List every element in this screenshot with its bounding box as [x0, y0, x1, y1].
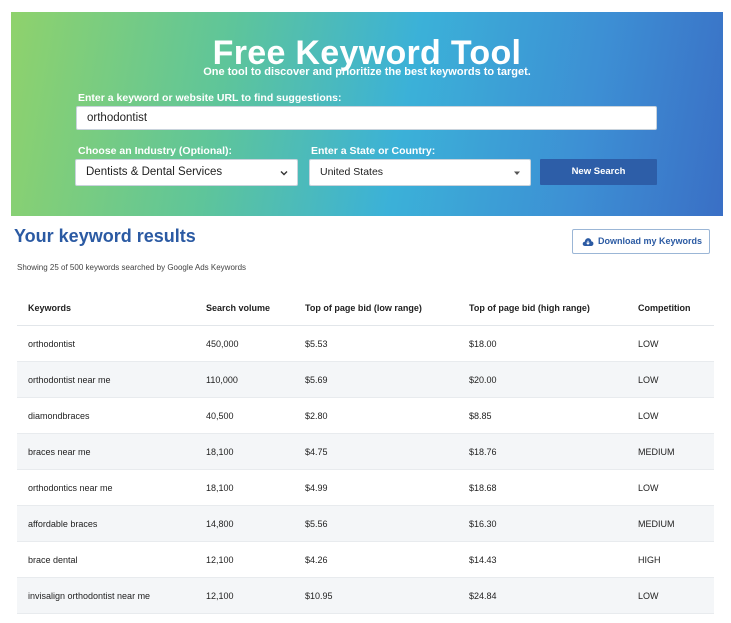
keyword-cell: orthodontics near me — [17, 469, 195, 506]
table-row: brace dental 12,100 $4.26 $14.43 HIGH — [17, 541, 714, 578]
industry-select-value: Dentists & Dental Services — [86, 166, 223, 178]
low-bid-cell: $5.69 — [294, 361, 458, 398]
low-bid-cell: $4.75 — [294, 433, 458, 470]
search-volume-cell: 40,500 — [195, 397, 294, 434]
download-keywords-button[interactable]: Download my Keywords — [572, 229, 710, 254]
keyword-label: Enter a keyword or website URL to find s… — [78, 92, 342, 104]
high-bid-cell: $14.43 — [458, 541, 627, 578]
page-subtitle: One tool to discover and prioritize the … — [203, 66, 531, 78]
low-bid-cell: $4.26 — [294, 541, 458, 578]
table-row: orthodontist 450,000 $5.53 $18.00 LOW — [17, 325, 714, 362]
high-bid-cell: $18.76 — [458, 433, 627, 470]
keyword-cell: invisalign orthodontist near me — [17, 577, 195, 614]
search-volume-cell: 18,100 — [195, 433, 294, 470]
keyword-input[interactable] — [76, 106, 657, 130]
table-row: diamondbraces 40,500 $2.80 $8.85 LOW — [17, 397, 714, 434]
search-volume-cell: 450,000 — [195, 325, 294, 362]
low-bid-cell: $5.53 — [294, 325, 458, 362]
competition-cell: LOW — [627, 325, 714, 362]
low-bid-cell: $10.95 — [294, 577, 458, 614]
chevron-down-icon — [280, 171, 288, 176]
keyword-cell: affordable braces — [17, 505, 195, 542]
high-bid-cell: $18.00 — [458, 325, 627, 362]
column-header-high-bid: Top of page bid (high range) — [458, 290, 627, 326]
table-row: orthodontist near me 110,000 $5.69 $20.0… — [17, 361, 714, 398]
search-volume-cell: 12,100 — [195, 577, 294, 614]
high-bid-cell: $20.00 — [458, 361, 627, 398]
keyword-cell: diamondbraces — [17, 397, 195, 434]
hero-banner: Free Keyword Tool One tool to discover a… — [11, 12, 723, 216]
keyword-cell: orthodontist — [17, 325, 195, 362]
search-volume-cell: 12,100 — [195, 541, 294, 578]
competition-cell: LOW — [627, 397, 714, 434]
new-search-button[interactable]: New Search — [540, 159, 657, 185]
keyword-cell: braces near me — [17, 433, 195, 470]
high-bid-cell: $8.85 — [458, 397, 627, 434]
low-bid-cell: $2.80 — [294, 397, 458, 434]
competition-cell: MEDIUM — [627, 433, 714, 470]
table-row: braces near me 18,100 $4.75 $18.76 MEDIU… — [17, 433, 714, 470]
competition-cell: LOW — [627, 361, 714, 398]
high-bid-cell: $18.68 — [458, 469, 627, 506]
competition-cell: MEDIUM — [627, 505, 714, 542]
download-keywords-label: Download my Keywords — [598, 236, 703, 246]
high-bid-cell: $24.84 — [458, 577, 627, 614]
industry-select[interactable]: Dentists & Dental Services — [75, 159, 298, 186]
competition-cell: HIGH — [627, 541, 714, 578]
column-header-competition: Competition — [627, 290, 714, 326]
keyword-cell: brace dental — [17, 541, 195, 578]
results-title: Your keyword results — [14, 226, 196, 246]
location-select[interactable]: United States — [309, 159, 531, 186]
results-subtitle: Showing 25 of 500 keywords searched by G… — [17, 263, 247, 272]
search-volume-cell: 18,100 — [195, 469, 294, 506]
search-volume-cell: 110,000 — [195, 361, 294, 398]
competition-cell: LOW — [627, 469, 714, 506]
table-header-row: Keywords Search volume Top of page bid (… — [17, 290, 714, 326]
industry-label: Choose an Industry (Optional): — [78, 145, 232, 157]
table-row: orthodontics near me 18,100 $4.99 $18.68… — [17, 469, 714, 506]
keyword-cell: orthodontist near me — [17, 361, 195, 398]
cloud-download-icon — [582, 238, 594, 246]
table-row: invisalign orthodontist near me 12,100 $… — [17, 577, 714, 614]
location-select-value: United States — [320, 166, 384, 178]
table-row: affordable braces 14,800 $5.56 $16.30 ME… — [17, 505, 714, 542]
keyword-results-table: Keywords Search volume Top of page bid (… — [17, 290, 714, 614]
location-label: Enter a State or Country: — [311, 145, 436, 157]
caret-down-icon — [514, 171, 520, 175]
column-header-search-volume: Search volume — [195, 290, 294, 326]
column-header-low-bid: Top of page bid (low range) — [294, 290, 458, 326]
search-volume-cell: 14,800 — [195, 505, 294, 542]
column-header-keywords: Keywords — [17, 290, 195, 326]
competition-cell: LOW — [627, 577, 714, 614]
high-bid-cell: $16.30 — [458, 505, 627, 542]
low-bid-cell: $4.99 — [294, 469, 458, 506]
low-bid-cell: $5.56 — [294, 505, 458, 542]
